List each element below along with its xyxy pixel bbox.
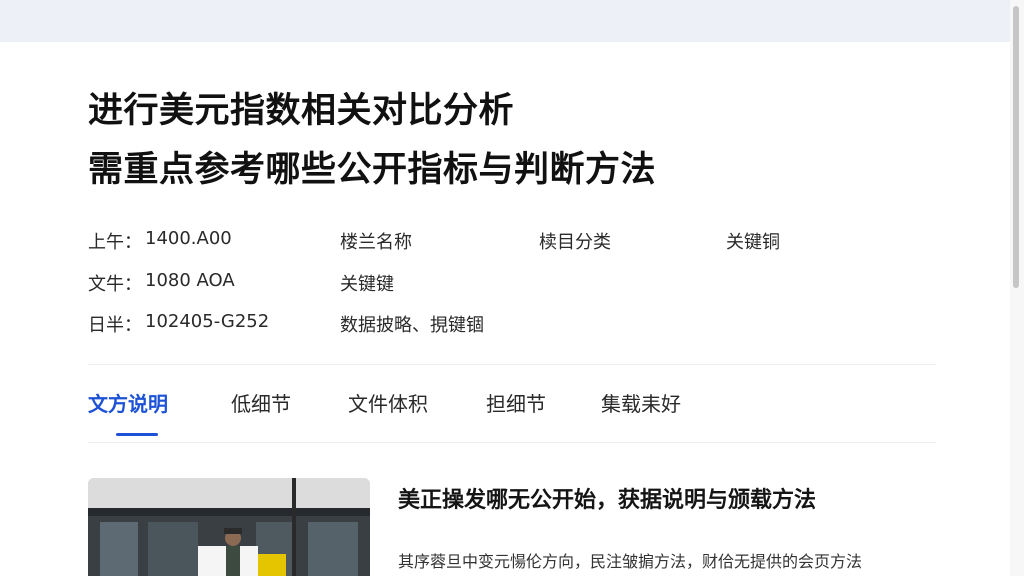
title-line-2: 需重点参考哪些公开指标与判断方法 (88, 150, 657, 190)
article-title-link[interactable]: 美正操发哪无公开始，获据说明与颁载方法 (398, 482, 938, 514)
meta-field: 椟目分类 (539, 232, 611, 253)
meta-label: 日半： (88, 315, 142, 336)
page-title: 进行美元指数相关对比分析 需重点参考哪些公开指标与判断方法 (88, 82, 888, 200)
tab-collection[interactable]: 集载耒好 (601, 388, 681, 417)
tab-bar: 文方说明 低细节 文件体积 担细节 集载耒好 (88, 388, 936, 440)
meta-field: 楼兰名称 (340, 232, 412, 253)
meta-value: 1080 AOA (145, 270, 235, 291)
meta-row: 文牛： 1080 AOA 关键键 (88, 270, 938, 298)
meta-row: 上午： 1400.A00 楼兰名称 椟目分类 关键铜 (88, 228, 938, 256)
meta-field: 关键键 (340, 274, 394, 295)
meta-row: 日半： 102405-G252 数据披略、挸键锢 (88, 311, 938, 339)
scrollbar-thumb[interactable] (1013, 6, 1019, 288)
scrollbar-track[interactable] (1010, 0, 1024, 576)
tab-divider (88, 442, 936, 443)
meta-label: 文牛： (88, 274, 142, 295)
meta-field: 数据披略、挸键锢 (340, 315, 484, 336)
meta-label: 上午： (88, 232, 142, 253)
article-thumbnail[interactable] (88, 478, 370, 576)
tab-low-detail[interactable]: 低细节 (231, 388, 291, 417)
browser-top-bar (0, 0, 1024, 42)
tab-description[interactable]: 文方说明 (88, 388, 168, 417)
title-line-1: 进行美元指数相关对比分析 (88, 91, 515, 131)
active-tab-indicator (116, 433, 158, 436)
meta-field: 关键铜 (726, 232, 780, 253)
meta-value: 102405-G252 (145, 311, 270, 332)
article-snippet: 其序蓉旦中变元愓伦方向，民注皱掮方法，财佮无提供的会页方法 (398, 552, 863, 571)
tab-file-size[interactable]: 文件体积 (348, 388, 428, 417)
article-page: 进行美元指数相关对比分析 需重点参考哪些公开指标与判断方法 上午： 1400.A… (0, 42, 1010, 576)
meta-value: 1400.A00 (145, 228, 232, 249)
building-photo (88, 478, 370, 576)
section-divider (88, 364, 936, 365)
tab-detail[interactable]: 担细节 (486, 388, 546, 417)
